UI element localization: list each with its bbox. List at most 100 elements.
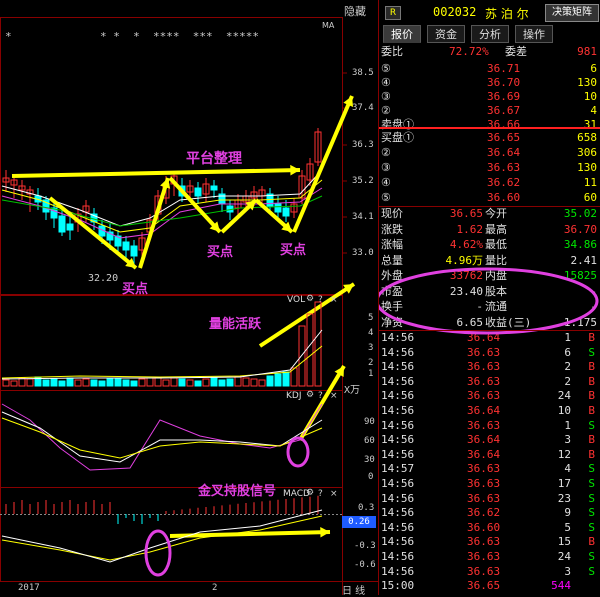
volume-bar: [274, 373, 282, 387]
vol-label: VOL: [287, 295, 306, 305]
volume-bar: [162, 379, 170, 387]
tick-side: S: [588, 477, 595, 490]
stat-label: 收益(三): [485, 315, 532, 329]
macd-arrow-head: [320, 526, 330, 538]
stat-label: 今开: [485, 207, 507, 220]
date-label: 2: [212, 583, 218, 593]
tick-price: 36.63: [467, 550, 501, 563]
vol-tick: 5: [368, 313, 374, 323]
stat-value: 36.70: [563, 222, 597, 236]
weicha-value: 981: [577, 45, 597, 58]
ask-level: ②: [381, 104, 391, 117]
vol-tick: 1: [368, 369, 374, 379]
close-icon[interactable]: ×: [330, 489, 338, 499]
volume-bar: [314, 301, 322, 387]
kline-chart-area[interactable]: 隐藏 * * * * **** *** ***** MA 38.5 37.4 3…: [0, 0, 378, 597]
tick-side: B: [588, 374, 595, 388]
ask-volume: 10: [583, 90, 597, 103]
stat-row: 外盘 33762 内盘 15825: [379, 268, 600, 283]
stat-row: 换手 - 流通 -: [379, 299, 600, 314]
r-badge[interactable]: R: [385, 6, 401, 20]
stat-label: 量比: [485, 253, 507, 267]
bid-row[interactable]: ② 36.64 306: [379, 145, 600, 160]
bid-row[interactable]: ③ 36.63 130: [379, 160, 600, 175]
volume-bar: [250, 378, 258, 387]
vol-unit: X万: [344, 385, 361, 396]
volume-bar: [114, 378, 122, 387]
tick-price: 36.63: [467, 535, 501, 549]
stat-label: 市盈: [381, 284, 403, 298]
stat-value: 15825: [563, 269, 597, 282]
stat-value: -: [476, 300, 483, 313]
tick-row: 14:56 36.63 3 S: [379, 565, 600, 579]
gear-icon[interactable]: ⚙: [306, 294, 314, 304]
stat-value: 35.02: [563, 207, 597, 220]
volume-bar: [58, 380, 66, 387]
ask-row[interactable]: ④ 36.70 130: [379, 76, 600, 90]
tick-row: 14:56 36.63 23 S: [379, 492, 600, 506]
volume-bar: [50, 378, 58, 387]
tab-funds[interactable]: 资金: [427, 25, 465, 43]
stat-row: 总量 4.96万 量比 2.41: [379, 253, 600, 268]
signal-stars-left: *: [5, 30, 12, 43]
candle-body: [282, 207, 290, 217]
tick-side: S: [588, 520, 595, 534]
ask-row[interactable]: ② 36.67 4: [379, 104, 600, 118]
stat-row: 市盈 23.40 股本 -: [379, 284, 600, 299]
weibi-label: 委比: [381, 45, 403, 58]
stat-value: -: [590, 300, 597, 313]
tick-row: 14:56 36.64 12 B: [379, 448, 600, 462]
gear-icon[interactable]: ⚙: [306, 390, 314, 400]
date-label: 2017: [18, 583, 40, 593]
tick-row: 14:56 36.64 10 B: [379, 404, 600, 418]
annotation-golden-cross: 金叉持股信号: [198, 484, 277, 499]
tab-analysis[interactable]: 分析: [471, 25, 509, 43]
tick-volume: 17: [557, 477, 571, 490]
help-icon[interactable]: ?: [318, 391, 323, 401]
close-icon[interactable]: ×: [330, 295, 338, 305]
tick-side: B: [588, 360, 595, 374]
tick-volume: 15: [557, 535, 571, 549]
stat-row: 涨跌 1.62 最高 36.70: [379, 222, 600, 237]
tick-time: 14:56: [381, 374, 415, 388]
volume-bar: [130, 380, 138, 387]
help-icon[interactable]: ?: [318, 295, 323, 305]
volume-bar: [10, 380, 18, 387]
tab-quote[interactable]: 报价: [383, 25, 421, 43]
bid-price: 36.60: [487, 191, 521, 204]
stat-value: 33762: [449, 269, 483, 282]
kdj-tick: 30: [364, 455, 375, 465]
signal-stars: * * * **** *** *****: [100, 30, 259, 43]
volume-bar: [26, 378, 34, 387]
decision-matrix-button[interactable]: 决策矩阵: [545, 4, 599, 22]
breakout-arrow: [292, 95, 354, 233]
help-icon[interactable]: ?: [318, 489, 323, 499]
close-icon[interactable]: ×: [330, 391, 338, 401]
tick-time: 14:56: [381, 550, 415, 563]
bid-row[interactable]: ⑤ 36.60 60: [379, 190, 600, 205]
stat-value: 1.62: [456, 222, 484, 236]
ask-row[interactable]: ③ 36.69 10: [379, 90, 600, 104]
kdj-tick: 90: [364, 417, 375, 427]
ask-row[interactable]: ⑤ 36.71 6: [379, 62, 600, 76]
gear-icon[interactable]: ⚙: [306, 488, 314, 498]
volume-bar: [266, 375, 274, 387]
stock-name: 苏 泊 尔: [485, 7, 529, 21]
tick-time: 14:56: [381, 418, 415, 432]
tab-operate[interactable]: 操作: [515, 25, 553, 43]
stat-label: 最高: [485, 222, 507, 236]
stock-code: 002032: [433, 5, 477, 19]
volume-bar: [122, 379, 130, 387]
weibi-value: 72.72%: [449, 45, 489, 58]
bid-level: ②: [381, 146, 391, 159]
bid-row[interactable]: ④ 36.62 11: [379, 175, 600, 190]
vol-tick: 4: [368, 328, 374, 338]
bid-row[interactable]: 买盘① 36.65 658: [379, 130, 600, 145]
hide-label[interactable]: 隐藏: [344, 3, 366, 19]
stat-value: 4.96万: [445, 253, 484, 267]
volume-bar: [42, 379, 50, 387]
volume-bar: [210, 377, 218, 387]
tick-side: S: [588, 564, 595, 578]
bid-volume: 60: [583, 191, 597, 204]
bid-level: ③: [381, 161, 391, 174]
